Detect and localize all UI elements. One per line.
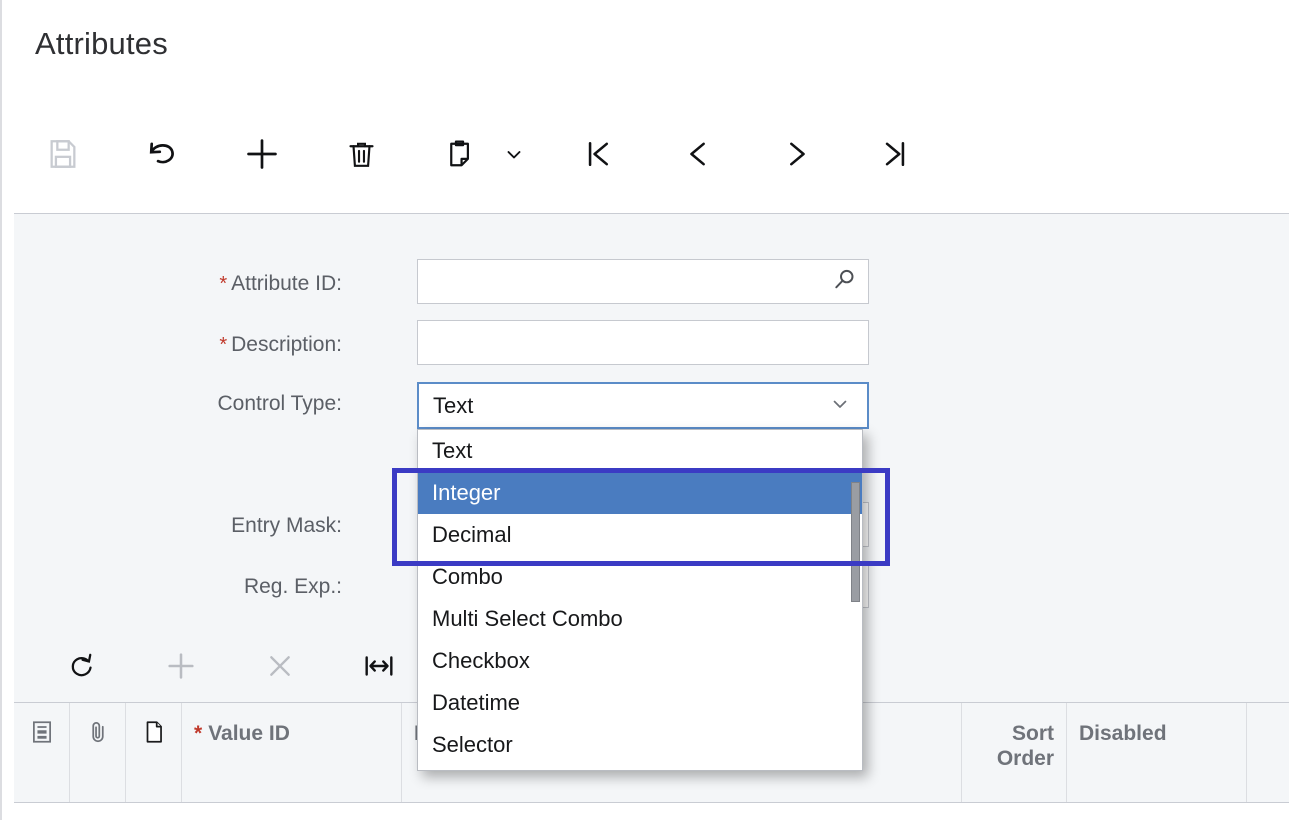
dropdown-scrollbar[interactable] xyxy=(851,432,860,770)
next-button[interactable] xyxy=(771,128,823,180)
trash-icon xyxy=(345,138,378,171)
description-input[interactable] xyxy=(417,320,869,365)
entry-mask-label: Entry Mask: xyxy=(231,514,342,537)
main-toolbar xyxy=(2,100,1289,212)
next-record-icon xyxy=(780,137,814,171)
fit-columns-button[interactable] xyxy=(355,644,403,692)
disabled-column[interactable]: Disabled xyxy=(1067,703,1247,802)
required-marker: * xyxy=(219,273,228,295)
control-type-dropdown[interactable]: Text Integer Decimal Combo Multi Select Comb… xyxy=(417,429,863,771)
control-type-value: Text xyxy=(433,392,474,418)
reg-exp-label: Reg. Exp.: xyxy=(243,575,342,598)
cross-icon xyxy=(264,650,296,687)
refresh-button[interactable] xyxy=(58,644,106,692)
notes-column[interactable] xyxy=(14,703,70,802)
previous-button[interactable] xyxy=(672,128,724,180)
refresh-icon xyxy=(66,650,98,687)
clipboard-button[interactable] xyxy=(433,128,485,180)
files-column[interactable] xyxy=(70,703,126,802)
control-type-combo[interactable]: Text xyxy=(417,382,869,429)
dropdown-option-text[interactable]: Text xyxy=(418,430,862,472)
dropdown-option-datetime[interactable]: Datetime xyxy=(418,682,862,724)
plus-icon xyxy=(243,135,281,173)
notes-icon xyxy=(29,719,55,751)
last-record-icon xyxy=(878,137,912,171)
sort-order-column[interactable]: Sort Order xyxy=(962,703,1067,802)
paperclip-icon xyxy=(85,719,111,751)
undo-icon xyxy=(143,135,181,173)
attribute-id-label: * Attribute ID: xyxy=(219,272,342,295)
dropdown-option-multi-select-combo[interactable]: Multi Select Combo xyxy=(418,598,862,640)
save-button[interactable] xyxy=(37,128,89,180)
dropdown-option-checkbox[interactable]: Checkbox xyxy=(418,640,862,682)
first-record-icon xyxy=(581,137,615,171)
document-icon xyxy=(141,719,167,751)
last-button[interactable] xyxy=(869,128,921,180)
first-button[interactable] xyxy=(572,128,624,180)
previous-record-icon xyxy=(681,137,715,171)
attributes-screen: Attributes * Attribute ID: * Description… xyxy=(0,0,1289,820)
save-icon xyxy=(46,137,80,171)
attribute-id-input[interactable] xyxy=(417,259,869,304)
add-row-button[interactable] xyxy=(157,644,205,692)
clipboard-icon xyxy=(443,138,476,171)
delete-button[interactable] xyxy=(335,128,387,180)
document-column[interactable] xyxy=(126,703,182,802)
page-title: Attributes xyxy=(35,26,168,61)
grid-body xyxy=(14,803,1289,820)
dropdown-option-combo[interactable]: Combo xyxy=(418,556,862,598)
dropdown-option-selector[interactable]: Selector xyxy=(418,724,862,766)
required-marker: * xyxy=(194,722,203,745)
value-id-column-label: Value ID xyxy=(208,722,290,745)
value-id-column[interactable]: * Value ID xyxy=(182,703,402,802)
page-header: Attributes xyxy=(2,0,1289,100)
chevron-down-icon xyxy=(502,142,526,166)
control-type-label: Control Type: xyxy=(217,392,342,415)
sort-order-column-label: Sort Order xyxy=(996,722,1054,770)
magnifier-icon[interactable] xyxy=(831,266,858,298)
dropdown-scroll-thumb[interactable] xyxy=(851,482,860,602)
dropdown-option-decimal[interactable]: Decimal xyxy=(418,514,862,556)
dropdown-option-integer[interactable]: Integer xyxy=(418,472,862,514)
grid-toolbar xyxy=(42,644,422,692)
plus-icon xyxy=(164,649,198,688)
undo-button[interactable] xyxy=(136,128,188,180)
description-label: * Description: xyxy=(219,333,342,356)
delete-row-button[interactable] xyxy=(256,644,304,692)
fit-width-icon xyxy=(362,649,396,688)
required-marker: * xyxy=(219,334,228,356)
clipboard-menu[interactable] xyxy=(498,128,530,180)
add-button[interactable] xyxy=(236,128,288,180)
disabled-column-label: Disabled xyxy=(1079,722,1167,745)
chevron-down-icon xyxy=(828,391,852,420)
